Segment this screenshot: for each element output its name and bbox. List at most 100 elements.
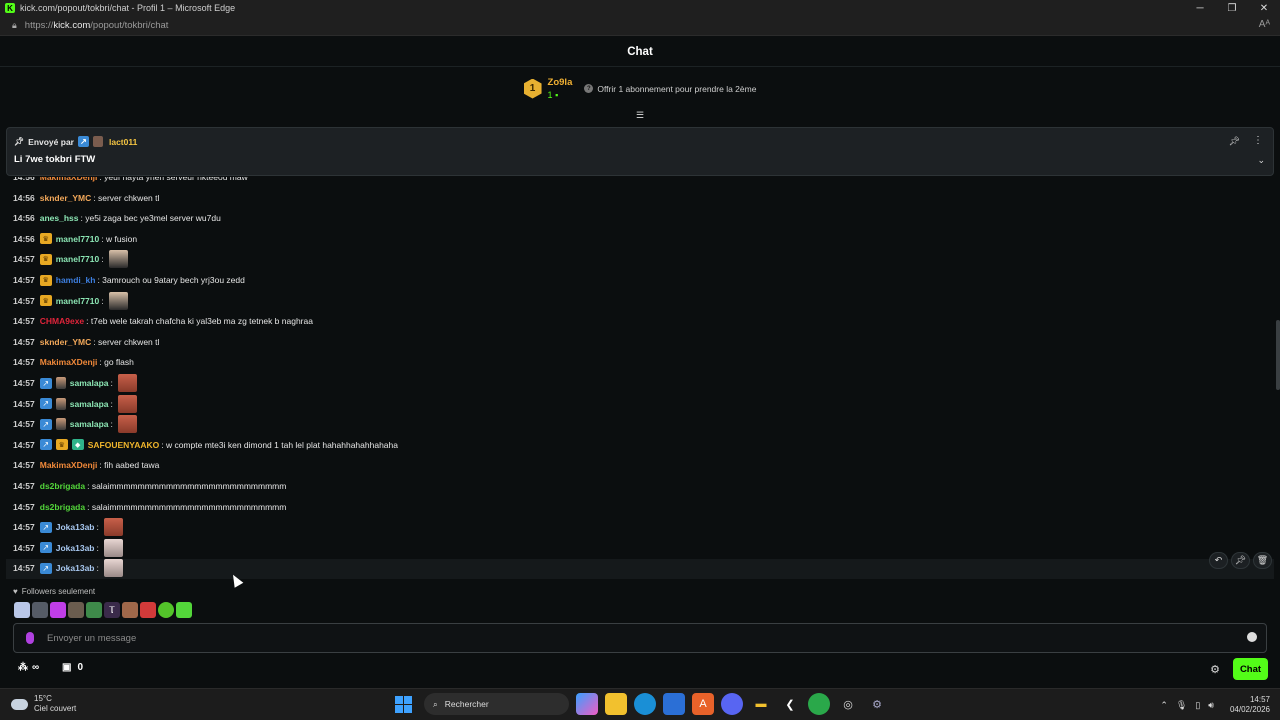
chat-message[interactable]: 14:56 ♛ manel7710: w fusion <box>13 229 137 249</box>
gift-offer[interactable]: ? Offrir 1 abonnement pour prendre la 2è… <box>584 84 756 94</box>
delete-icon[interactable]: 🗑︎ <box>1253 552 1272 569</box>
file-explorer-icon[interactable] <box>605 693 627 715</box>
emote-1-icon[interactable] <box>14 602 30 618</box>
collapse-icon[interactable]: ☰ <box>634 111 646 120</box>
face-emote-icon[interactable] <box>103 518 123 537</box>
chat-message[interactable]: 14:57 ↗ Joka13ab: <box>13 558 123 578</box>
chat-message[interactable]: 14:57 ↗ samalapa: <box>13 373 137 393</box>
emote-2-icon[interactable] <box>32 602 48 618</box>
chrome-icon[interactable] <box>808 693 830 715</box>
app-a-icon[interactable]: A <box>692 693 714 715</box>
chat-message[interactable]: 14:57 ♛ hamdi_kh: 3amrouch ou 9atary bech … <box>13 270 245 290</box>
steam-icon[interactable]: ◎ <box>837 693 859 715</box>
message-username[interactable]: manel7710 <box>56 296 99 306</box>
chat-message[interactable]: 14:57 MakimaXDenji: go flash <box>13 352 134 372</box>
top-gifter[interactable]: 1 Zo9la 1 ▪ ? Offrir 1 abonnement pour p… <box>523 77 756 100</box>
message-username[interactable]: manel7710 <box>56 234 99 244</box>
message-username[interactable]: SAFOUENYAAKO <box>88 440 159 450</box>
emote-8-icon[interactable] <box>140 602 156 618</box>
chat-message[interactable]: 14:57 ds2brigada: salaimmmmmmmmmmmmmmmmmm… <box>13 476 286 496</box>
chevron-up-icon[interactable]: ⌃ <box>1160 700 1168 711</box>
store-points[interactable]: ▣ 0 <box>62 662 83 673</box>
emote-9-icon[interactable] <box>158 602 174 618</box>
chat-message[interactable]: 14:57 ↗ samalapa: <box>13 394 137 414</box>
message-username[interactable]: MakimaXDenji <box>40 177 98 182</box>
chat-messages[interactable]: ↶ 📌︎ 🗑︎ 14:56 MakimaXDenji: yeuf nayta yn… <box>0 177 1280 580</box>
scrollbar[interactable] <box>1276 320 1280 390</box>
cat-emote-icon[interactable] <box>103 559 123 578</box>
emote-7-icon[interactable] <box>122 602 138 618</box>
copilot-icon[interactable] <box>576 693 598 715</box>
emote-5-icon[interactable] <box>86 602 102 618</box>
app-c-icon[interactable]: ❮ <box>779 693 801 715</box>
chevron-down-icon[interactable]: ⌄ <box>1257 155 1265 166</box>
chat-message[interactable]: 14:57 ↗ samalapa: <box>13 414 137 434</box>
taskbar-search[interactable]: ⌕ Rechercher <box>424 693 569 715</box>
message-username[interactable]: ds2brigada <box>40 481 85 491</box>
store-app-icon[interactable] <box>663 693 685 715</box>
message-username[interactable]: Joka13ab <box>56 543 95 553</box>
reply-icon[interactable]: ↶ <box>1209 552 1228 569</box>
message-username[interactable]: anes_hss <box>40 213 79 223</box>
message-input[interactable] <box>47 629 1227 647</box>
weather-widget[interactable]: 15°C Ciel couvert <box>11 694 76 714</box>
settings-gear-icon[interactable]: ⚙ <box>1210 663 1220 676</box>
chat-message[interactable]: 14:56 sknder_YMC: server chkwen tl <box>13 188 159 208</box>
unpin-icon[interactable]: 📌︎ <box>1229 136 1240 147</box>
face-emote-icon[interactable] <box>117 394 137 413</box>
chat-message[interactable]: 14:57 ↗ Joka13ab: <box>13 517 123 537</box>
chat-message[interactable]: 14:57 CHMA9exe: t7eb wele takrah chafcha … <box>13 311 313 331</box>
more-options-icon[interactable]: ⋮ <box>1253 135 1263 146</box>
message-username[interactable]: samalapa <box>70 378 109 388</box>
chat-message[interactable]: 14:57 MakimaXDenji: fih aabed tawa <box>13 455 159 475</box>
chat-message[interactable]: 14:57 ↗ ♛ ◆ SAFOUENYAAKO: w compte mte3i ken… <box>13 435 398 455</box>
microphone-icon[interactable] <box>26 632 34 644</box>
chat-message[interactable]: 14:57 ds2brigada: salaimmmmmmmmmmmmmmmmmm… <box>13 497 286 517</box>
volume-icon[interactable]: 🔊︎ <box>1208 700 1214 711</box>
message-username[interactable]: sknder_YMC <box>40 193 92 203</box>
read-aloud-icon[interactable]: Aᴬ <box>1259 19 1270 30</box>
pin-message-icon[interactable]: 📌︎ <box>1231 552 1250 569</box>
person-emote-icon[interactable] <box>108 250 128 269</box>
network-icon[interactable]: ▯ <box>1195 700 1200 711</box>
person-emote-icon[interactable] <box>108 291 128 310</box>
face-emote-icon[interactable] <box>117 374 137 392</box>
minimize-icon[interactable]: ─ <box>1184 0 1216 16</box>
lock-icon[interactable]: 🔒︎ <box>12 20 17 31</box>
address-bar[interactable]: 🔒︎ https://kick.com/popout/tokbri/chat A… <box>0 16 1280 36</box>
message-username[interactable]: Joka13ab <box>56 522 95 532</box>
emote-4-icon[interactable] <box>68 602 84 618</box>
face-emote-icon[interactable] <box>117 415 137 434</box>
close-icon[interactable]: ✕ <box>1248 0 1280 16</box>
pinned-username[interactable]: lact011 <box>109 137 137 147</box>
message-username[interactable]: manel7710 <box>56 254 99 264</box>
emote-3-icon[interactable] <box>50 602 66 618</box>
discord-icon[interactable] <box>721 693 743 715</box>
chat-message[interactable]: 14:56 MakimaXDenji: yeuf nayta ynerl serv… <box>13 177 248 187</box>
settings-app-icon[interactable]: ⚙ <box>866 693 888 715</box>
message-username[interactable]: sknder_YMC <box>40 337 92 347</box>
clock[interactable]: 14:57 04/02/2026 <box>1230 695 1270 715</box>
chat-message[interactable]: 14:57 ♛ manel7710: <box>13 249 128 269</box>
channel-points[interactable]: ⁂ ∞ <box>18 662 39 673</box>
message-username[interactable]: ds2brigada <box>40 502 85 512</box>
chat-message[interactable]: 14:57 ♛ manel7710: <box>13 291 128 311</box>
game-icon[interactable]: ▬ <box>750 693 772 715</box>
restore-icon[interactable]: ❐ <box>1216 0 1248 16</box>
message-username[interactable]: hamdi_kh <box>56 275 96 285</box>
chat-message[interactable]: 14:57 sknder_YMC: server chkwen tl <box>13 332 159 352</box>
send-chat-button[interactable]: Chat <box>1233 658 1268 680</box>
mic-tray-icon[interactable]: 🎙︎ <box>1176 700 1187 711</box>
message-username[interactable]: MakimaXDenji <box>40 460 98 470</box>
chat-message[interactable]: 14:57 ↗ Joka13ab: <box>13 538 123 558</box>
emoji-picker-icon[interactable] <box>1247 632 1257 642</box>
emote-6-icon[interactable]: Ⲧ <box>104 602 120 618</box>
windows-start-icon[interactable] <box>395 695 412 713</box>
message-username[interactable]: Joka13ab <box>56 563 95 573</box>
chat-message[interactable]: 14:56 anes_hss: ye5i zaga bec ye3mel serv… <box>13 208 221 228</box>
message-username[interactable]: MakimaXDenji <box>40 357 98 367</box>
edge-icon[interactable] <box>634 693 656 715</box>
message-username[interactable]: CHMA9exe <box>40 316 84 326</box>
cat-emote-icon[interactable] <box>103 538 123 557</box>
message-username[interactable]: samalapa <box>70 419 109 429</box>
